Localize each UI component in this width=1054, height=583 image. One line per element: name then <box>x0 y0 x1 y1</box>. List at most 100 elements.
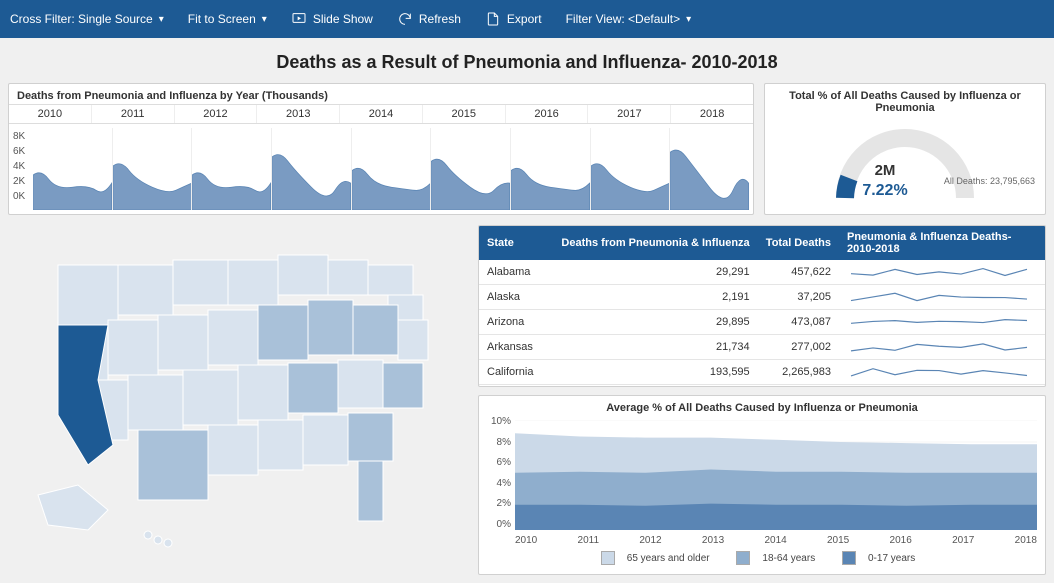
table-row[interactable]: Colorado19,896316,104 <box>479 385 1045 388</box>
ytick: 2% <box>497 498 511 509</box>
year-header: 2013 <box>257 105 340 123</box>
refresh-button[interactable]: Refresh <box>397 11 461 27</box>
state-table: State Deaths from Pneumonia & Influenza … <box>479 226 1045 387</box>
cell-state: Arkansas <box>479 335 553 360</box>
year-header: 2014 <box>340 105 423 123</box>
cell-sparkline <box>839 360 1045 385</box>
table-row[interactable]: Arizona29,895473,087 <box>479 310 1045 335</box>
cell-deaths: 29,291 <box>553 260 758 285</box>
page-title: Deaths as a Result of Pneumonia and Infl… <box>0 52 1054 73</box>
yearly-deaths-title: Deaths from Pneumonia and Influenza by Y… <box>9 84 753 104</box>
refresh-icon <box>397 11 413 27</box>
export-button[interactable]: Export <box>485 11 542 27</box>
cell-deaths: 19,896 <box>553 385 758 388</box>
cell-deaths: 193,595 <box>553 360 758 385</box>
cross-filter-label: Cross Filter: Single Source <box>10 12 153 26</box>
cell-total: 2,265,983 <box>758 360 839 385</box>
th-spark[interactable]: Pneumonia & Influenza Deaths- 2010-2018 <box>839 226 1045 260</box>
legend-label: 18-64 years <box>762 553 815 564</box>
cell-total: 37,205 <box>758 285 839 310</box>
th-deaths[interactable]: Deaths from Pneumonia & Influenza <box>553 226 758 260</box>
th-state[interactable]: State <box>479 226 553 260</box>
state-table-panel[interactable]: State Deaths from Pneumonia & Influenza … <box>478 225 1046 387</box>
cell-total: 457,622 <box>758 260 839 285</box>
cell-state: Alabama <box>479 260 553 285</box>
year-header: 2010 <box>9 105 92 123</box>
us-map-panel[interactable] <box>8 225 468 575</box>
filter-view-label: Filter View: <Default> <box>566 12 681 26</box>
chevron-down-icon: ▾ <box>686 14 691 25</box>
cell-total: 277,002 <box>758 335 839 360</box>
ytick: 8K <box>13 132 25 147</box>
area-xaxis: 2010 2011 2012 2013 2014 2015 2016 2017 … <box>515 535 1037 546</box>
year-header: 2015 <box>423 105 506 123</box>
chevron-down-icon: ▾ <box>262 14 267 25</box>
xtick: 2018 <box>1015 535 1037 546</box>
xtick: 2014 <box>764 535 786 546</box>
th-total[interactable]: Total Deaths <box>758 226 839 260</box>
year-header: 2018 <box>671 105 753 123</box>
table-row[interactable]: Alaska2,19137,205 <box>479 285 1045 310</box>
table-row[interactable]: Alabama29,291457,622 <box>479 260 1045 285</box>
export-label: Export <box>507 12 542 26</box>
legend-label: 65 years and older <box>627 553 710 564</box>
cell-sparkline <box>839 335 1045 360</box>
yearly-deaths-panel[interactable]: Deaths from Pneumonia and Influenza by Y… <box>8 83 754 215</box>
gauge-panel[interactable]: Total % of All Deaths Caused by Influenz… <box>764 83 1046 215</box>
export-icon <box>485 11 501 27</box>
xtick: 2011 <box>578 535 600 546</box>
year-header: 2016 <box>506 105 589 123</box>
cell-state: Alaska <box>479 285 553 310</box>
ytick: 10% <box>491 416 511 427</box>
cell-sparkline <box>839 285 1045 310</box>
avg-pct-area-panel[interactable]: Average % of All Deaths Caused by Influe… <box>478 395 1046 575</box>
cell-sparkline <box>839 310 1045 335</box>
refresh-label: Refresh <box>419 12 461 26</box>
area-chart <box>515 420 1037 530</box>
ytick: 2K <box>13 177 25 192</box>
area-title: Average % of All Deaths Caused by Influe… <box>479 396 1045 416</box>
year-header: 2017 <box>588 105 671 123</box>
gauge-all-deaths: All Deaths: 23,795,663 <box>944 176 1035 186</box>
xtick: 2010 <box>515 535 537 546</box>
cell-total: 473,087 <box>758 310 839 335</box>
ytick: 6K <box>13 147 25 162</box>
legend-swatch <box>842 551 856 565</box>
xtick: 2015 <box>827 535 849 546</box>
slideshow-button[interactable]: Slide Show <box>291 11 373 27</box>
slideshow-icon <box>291 11 307 27</box>
cell-state: Colorado <box>479 385 553 388</box>
table-row[interactable]: California193,5952,265,983 <box>479 360 1045 385</box>
us-map <box>18 235 458 565</box>
area-yaxis: 10% 8% 6% 4% 2% 0% <box>485 416 511 530</box>
legend-label: 0-17 years <box>868 553 915 564</box>
ytick: 0K <box>13 192 25 207</box>
cell-sparkline <box>839 260 1045 285</box>
fit-to-screen-dropdown[interactable]: Fit to Screen ▾ <box>188 12 267 26</box>
cell-state: California <box>479 360 553 385</box>
xtick: 2012 <box>639 535 661 546</box>
cell-total: 316,104 <box>758 385 839 388</box>
xtick: 2013 <box>702 535 724 546</box>
cell-deaths: 29,895 <box>553 310 758 335</box>
ytick: 8% <box>497 437 511 448</box>
year-header: 2011 <box>92 105 175 123</box>
ytick: 6% <box>497 457 511 468</box>
ytick: 4K <box>13 162 25 177</box>
table-row[interactable]: Arkansas21,734277,002 <box>479 335 1045 360</box>
cross-filter-dropdown[interactable]: Cross Filter: Single Source ▾ <box>10 12 164 26</box>
cell-state: Arizona <box>479 310 553 335</box>
yearly-wave-chart <box>33 128 749 210</box>
fit-label: Fit to Screen <box>188 12 256 26</box>
legend-swatch <box>736 551 750 565</box>
legend-swatch <box>601 551 615 565</box>
cell-deaths: 2,191 <box>553 285 758 310</box>
xtick: 2016 <box>890 535 912 546</box>
ytick: 0% <box>497 519 511 530</box>
xtick: 2017 <box>952 535 974 546</box>
gauge-title: Total % of All Deaths Caused by Influenz… <box>765 84 1045 114</box>
toolbar: Cross Filter: Single Source ▾ Fit to Scr… <box>0 0 1054 38</box>
cell-deaths: 21,734 <box>553 335 758 360</box>
filter-view-dropdown[interactable]: Filter View: <Default> ▾ <box>566 12 692 26</box>
slideshow-label: Slide Show <box>313 12 373 26</box>
